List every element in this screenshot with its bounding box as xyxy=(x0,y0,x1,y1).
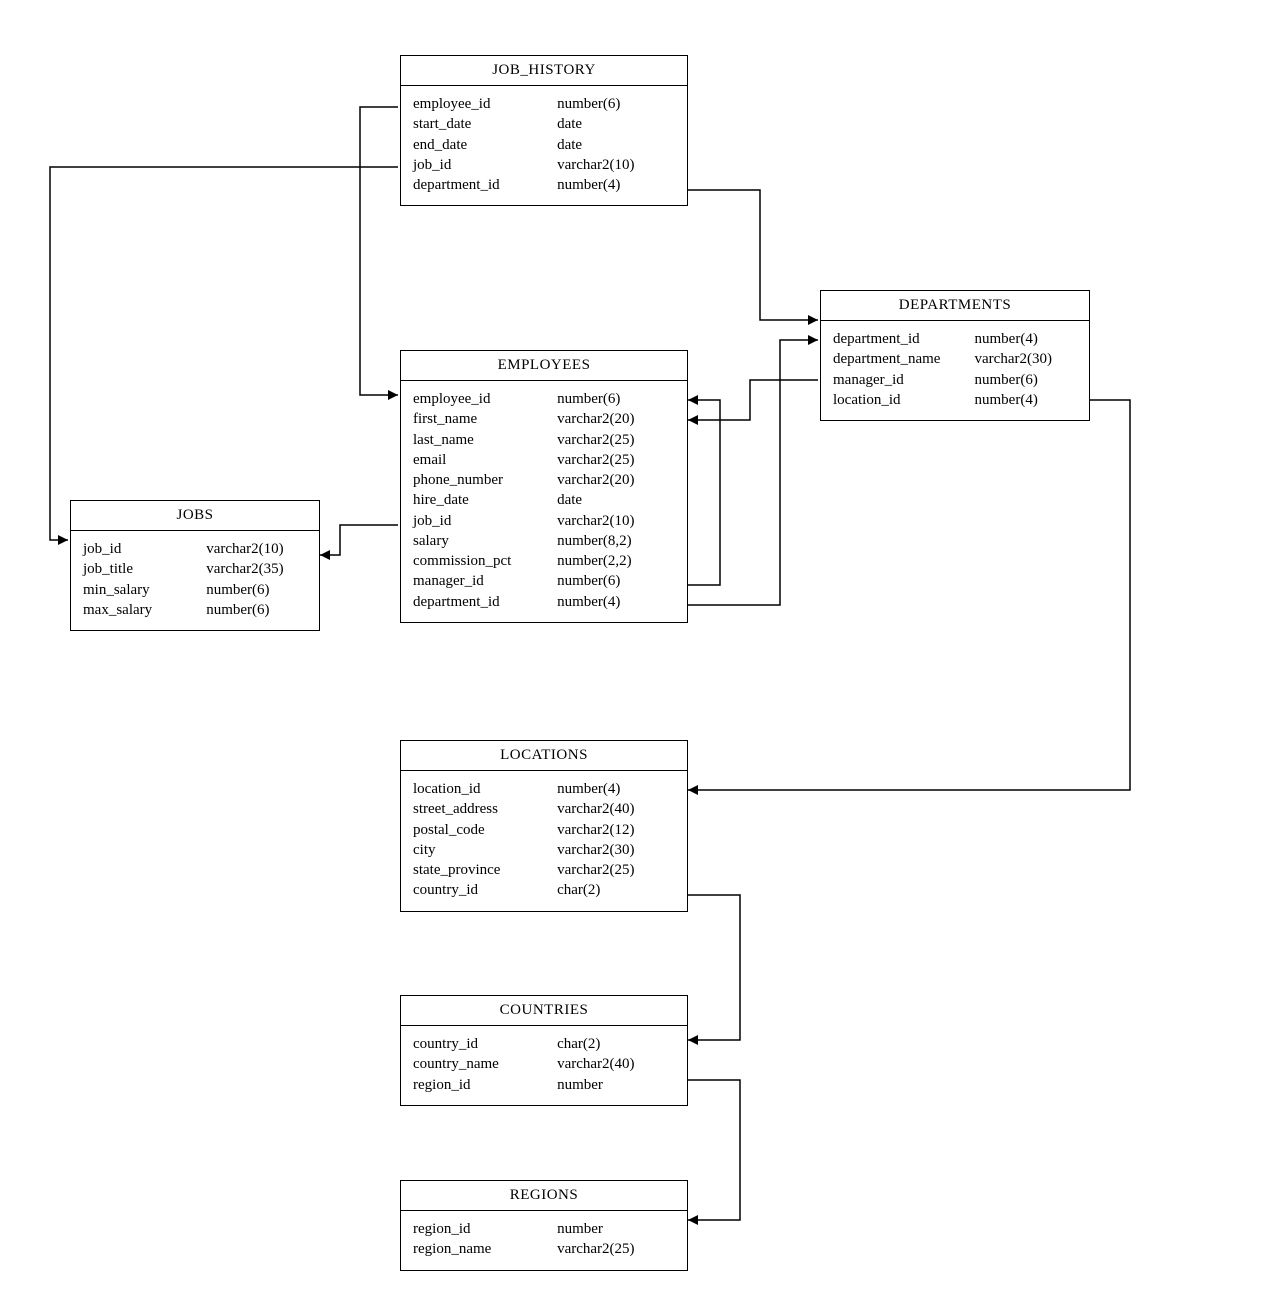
column-row: department_namevarchar2(30) xyxy=(833,349,1077,369)
column-row: first_namevarchar2(20) xyxy=(413,409,675,429)
column-row: max_salarynumber(6) xyxy=(83,600,307,620)
column-row: end_datedate xyxy=(413,135,675,155)
entity-title: JOBS xyxy=(71,501,319,531)
entity-departments: DEPARTMENTS department_idnumber(4) depar… xyxy=(820,290,1090,421)
column-row: employee_idnumber(6) xyxy=(413,94,675,114)
entity-locations: LOCATIONS location_idnumber(4) street_ad… xyxy=(400,740,688,912)
column-row: job_idvarchar2(10) xyxy=(83,539,307,559)
entity-body: employee_idnumber(6) first_namevarchar2(… xyxy=(401,381,687,622)
entity-jobs: JOBS job_idvarchar2(10) job_titlevarchar… xyxy=(70,500,320,631)
entity-title: REGIONS xyxy=(401,1181,687,1211)
entity-body: region_idnumber region_namevarchar2(25) xyxy=(401,1211,687,1270)
column-row: start_datedate xyxy=(413,114,675,134)
column-row: region_idnumber xyxy=(413,1075,675,1095)
column-row: job_titlevarchar2(35) xyxy=(83,559,307,579)
column-row: job_idvarchar2(10) xyxy=(413,511,675,531)
entity-regions: REGIONS region_idnumber region_namevarch… xyxy=(400,1180,688,1271)
column-row: country_idchar(2) xyxy=(413,880,675,900)
entity-body: location_idnumber(4) street_addressvarch… xyxy=(401,771,687,911)
column-row: emailvarchar2(25) xyxy=(413,450,675,470)
column-row: country_namevarchar2(40) xyxy=(413,1054,675,1074)
column-row: employee_idnumber(6) xyxy=(413,389,675,409)
column-row: manager_idnumber(6) xyxy=(833,370,1077,390)
column-row: job_idvarchar2(10) xyxy=(413,155,675,175)
column-row: min_salarynumber(6) xyxy=(83,580,307,600)
column-row: postal_codevarchar2(12) xyxy=(413,820,675,840)
entity-body: job_idvarchar2(10) job_titlevarchar2(35)… xyxy=(71,531,319,630)
entity-body: department_idnumber(4) department_nameva… xyxy=(821,321,1089,420)
column-row: last_namevarchar2(25) xyxy=(413,430,675,450)
column-row: location_idnumber(4) xyxy=(413,779,675,799)
er-diagram: JOB_HISTORY employee_idnumber(6) start_d… xyxy=(0,0,1262,1293)
entity-countries: COUNTRIES country_idchar(2) country_name… xyxy=(400,995,688,1106)
column-row: commission_pctnumber(2,2) xyxy=(413,551,675,571)
column-row: hire_datedate xyxy=(413,490,675,510)
column-row: manager_idnumber(6) xyxy=(413,571,675,591)
column-row: country_idchar(2) xyxy=(413,1034,675,1054)
column-row: street_addressvarchar2(40) xyxy=(413,799,675,819)
column-row: location_idnumber(4) xyxy=(833,390,1077,410)
entity-title: LOCATIONS xyxy=(401,741,687,771)
column-row: region_namevarchar2(25) xyxy=(413,1239,675,1259)
column-row: department_idnumber(4) xyxy=(833,329,1077,349)
entity-body: country_idchar(2) country_namevarchar2(4… xyxy=(401,1026,687,1105)
entity-employees: EMPLOYEES employee_idnumber(6) first_nam… xyxy=(400,350,688,623)
column-row: salarynumber(8,2) xyxy=(413,531,675,551)
column-row: department_idnumber(4) xyxy=(413,175,675,195)
entity-title: JOB_HISTORY xyxy=(401,56,687,86)
entity-title: DEPARTMENTS xyxy=(821,291,1089,321)
column-row: region_idnumber xyxy=(413,1219,675,1239)
entity-title: COUNTRIES xyxy=(401,996,687,1026)
entity-job-history: JOB_HISTORY employee_idnumber(6) start_d… xyxy=(400,55,688,206)
entity-title: EMPLOYEES xyxy=(401,351,687,381)
column-row: cityvarchar2(30) xyxy=(413,840,675,860)
entity-body: employee_idnumber(6) start_datedate end_… xyxy=(401,86,687,205)
column-row: phone_numbervarchar2(20) xyxy=(413,470,675,490)
column-row: department_idnumber(4) xyxy=(413,592,675,612)
column-row: state_provincevarchar2(25) xyxy=(413,860,675,880)
